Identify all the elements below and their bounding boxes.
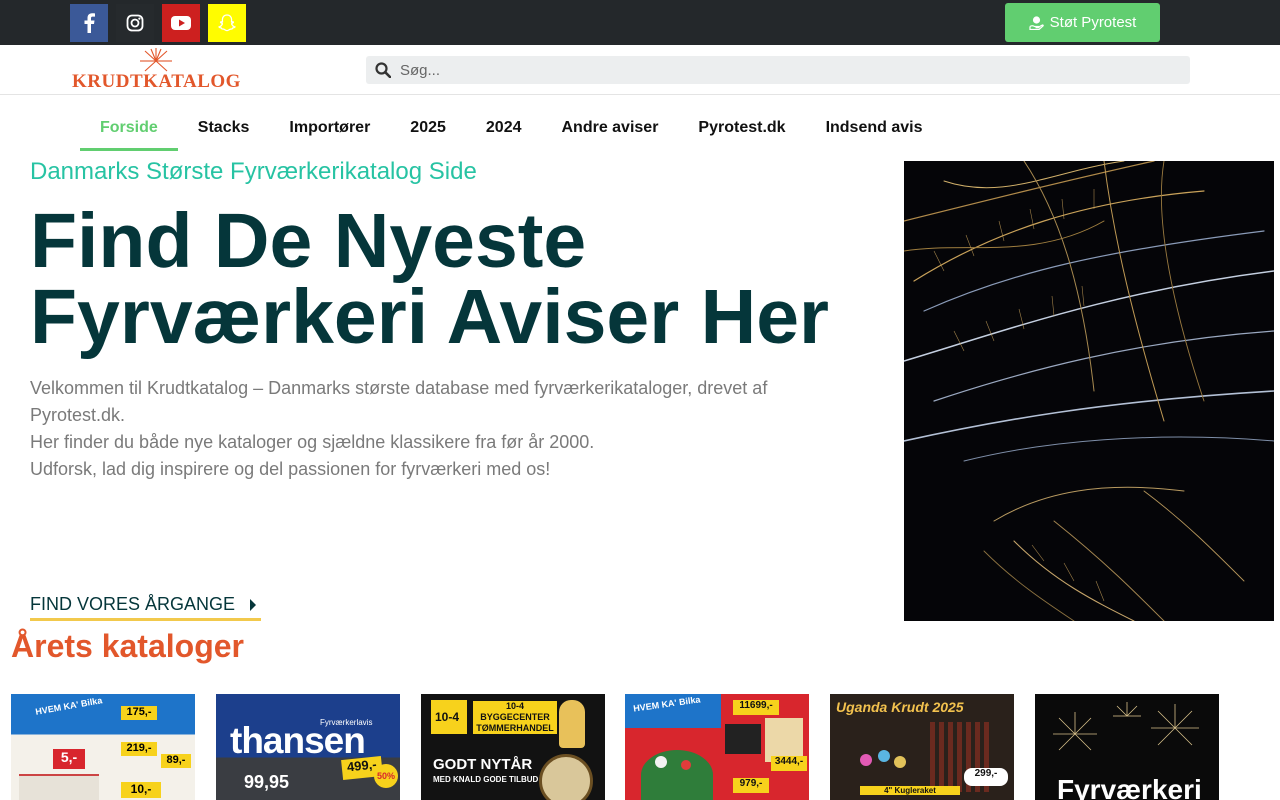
site-logo[interactable]: KRUDTKATALOG [72,48,242,93]
nav-item-pyrotest[interactable]: Pyrotest.dk [678,105,805,151]
section-title-catalogs: Årets kataloger [11,628,244,664]
discount-badge: 50% [374,764,398,788]
catalog-card-fyrvaerkeri[interactable]: Fyrværkeri [1035,694,1219,800]
catalog-headline: GODT NYTÅR [433,756,533,773]
hero-fireworks-image [904,161,1274,621]
price-tag: 3444,- [771,756,807,771]
donate-icon [1029,16,1044,30]
catalog-card-10-4[interactable]: 10-4 10-4 BYGGECENTER TØMMERHANDEL GODT … [421,694,605,800]
catalog-brand: thansen [230,720,366,761]
price-tag: 89,- [161,754,191,768]
intro-paragraph: Velkommen til Krudtkatalog – Danmarks st… [30,378,768,425]
catalog-brand: Fyrværkeri [1057,774,1202,800]
search-icon[interactable] [375,62,391,78]
price-tag: 99,95 [244,772,290,792]
catalog-card-bilka-2[interactable]: HVEM KA' Bilka 11699,- 3444,- 979,- [625,694,809,800]
youtube-icon[interactable] [162,4,200,42]
nav-item-importorer[interactable]: Importører [269,105,390,151]
nav-item-indsend-avis[interactable]: Indsend avis [806,105,943,151]
price-tag: 175,- [121,706,157,720]
price-tag: 10,- [121,782,161,798]
donate-label: Støt Pyrotest [1049,14,1137,31]
top-bar: Støt Pyrotest [0,0,1280,45]
catalog-sub: MED KNALD GODE TILBUD [433,775,539,784]
intro-paragraph: Udforsk, lad dig inspirere og del passio… [30,459,551,479]
search-input[interactable] [400,61,1160,79]
price-tag: 219,- [121,742,157,756]
nav-item-2025[interactable]: 2025 [390,105,466,151]
donate-button[interactable]: Støt Pyrotest [1005,3,1160,42]
catalog-card-uganda-krudt[interactable]: Uganda Krudt 2025 299,- 4" Kugleraket [830,694,1014,800]
nav-item-2024[interactable]: 2024 [466,105,542,151]
price-tag: 299,- [964,768,1008,786]
hero-eyebrow: Danmarks Største Fyrværkerikatalog Side [30,158,477,185]
headline-line-1: Find De Nyeste [30,198,587,284]
find-aargange-button[interactable]: FIND VORES ÅRGANGE [30,591,262,621]
hero-intro: Velkommen til Krudtkatalog – Danmarks st… [30,375,770,483]
nav-item-forside[interactable]: Forside [80,105,178,151]
cta-label: FIND VORES ÅRGANGE [30,594,236,614]
caret-right-icon [250,598,257,611]
catalog-brand: Uganda Krudt 2025 [836,699,964,715]
logo-text: KRUDTKATALOG [72,71,241,92]
intro-paragraph: Her finder du både nye kataloger og sjæl… [30,432,595,452]
price-tag: 979,- [733,778,769,793]
snapchat-icon[interactable] [208,4,246,42]
instagram-icon[interactable] [116,4,154,42]
catalog-note: 4" Kugleraket [860,786,960,795]
main-nav: Forside Stacks Importører 2025 2024 Andr… [80,105,942,151]
search-bar [366,56,1190,84]
hero-headline: Find De Nyeste Fyrværkeri Aviser Her [30,198,880,360]
nav-item-andre-aviser[interactable]: Andre aviser [541,105,678,151]
catalog-card-bilka[interactable]: HVEM KA' Bilka 175,- 219,- 89,- 5,- 10,- [11,694,195,800]
price-tag: 5,- [53,749,85,769]
headline-line-2: Fyrværkeri Aviser Her [30,274,829,360]
nav-item-stacks[interactable]: Stacks [178,105,270,151]
facebook-icon[interactable] [70,4,108,42]
catalog-card-thansen[interactable]: Fyrværkerlavis thansen 99,95 499,- 50% [216,694,400,800]
catalog-brand: 10-4 BYGGECENTER TØMMERHANDEL [473,701,557,734]
site-header: KRUDTKATALOG [0,45,1280,95]
price-tag: 11699,- [733,700,779,715]
